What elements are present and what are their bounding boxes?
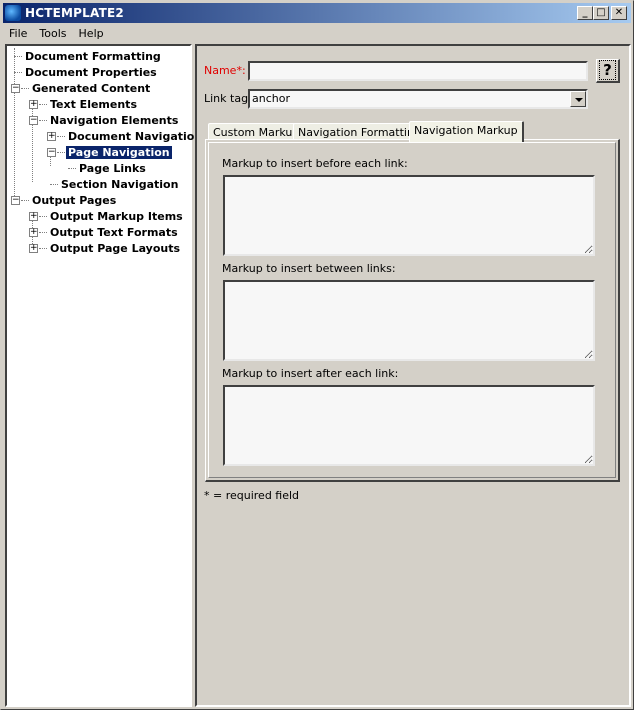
tree-item[interactable]: + Output Markup Items <box>29 208 185 224</box>
between-links-label: Markup to insert between links: <box>222 262 396 275</box>
tree-connector <box>39 231 47 233</box>
tree-connector <box>21 199 29 201</box>
tree-item-label: Output Text Formats <box>50 225 178 239</box>
tree-item[interactable]: Section Navigation <box>47 176 180 192</box>
tree-connector <box>57 151 65 153</box>
tree-item-label: Output Page Layouts <box>50 241 181 255</box>
expand-plus-icon[interactable]: + <box>29 99 38 109</box>
minimize-button[interactable]: _ <box>577 6 593 20</box>
tree-item[interactable]: − Generated Content <box>11 80 152 96</box>
menu-file[interactable]: File <box>3 27 33 40</box>
navigation-tree[interactable]: Document Formatting Document Properties − G… <box>5 44 202 707</box>
window-title: HCTEMPLATE2 <box>25 6 124 20</box>
link-tag-label: Link tag <box>204 92 249 105</box>
link-tag-value: anchor <box>252 92 290 105</box>
collapse-minus-icon[interactable]: − <box>29 115 38 125</box>
tree-item-label: Section Navigation <box>61 177 179 191</box>
tree-item-label: Document Formatting <box>25 49 161 63</box>
tree-item[interactable]: + Text Elements <box>29 96 139 112</box>
tree-connector <box>39 119 47 121</box>
tree-item-label: Document Properties <box>25 65 157 79</box>
after-link-label: Markup to insert after each link: <box>222 367 399 380</box>
tree-connector <box>57 135 65 137</box>
app-globe-icon <box>5 5 21 21</box>
after-link-textarea[interactable] <box>223 385 595 466</box>
tab-navigation-markup[interactable]: Navigation Markup <box>409 121 524 142</box>
tree-item[interactable]: + Output Page Layouts <box>29 240 182 256</box>
expand-plus-icon[interactable]: + <box>29 243 38 253</box>
expand-plus-icon[interactable]: + <box>47 131 56 141</box>
tree-item[interactable]: − Page Navigation <box>47 144 172 160</box>
maximize-button[interactable]: □ <box>593 6 609 20</box>
link-tag-select[interactable]: anchor <box>248 89 588 109</box>
tree-item-label: Navigation Elements <box>50 113 179 127</box>
tree-connector <box>14 55 22 57</box>
chevron-down-icon[interactable] <box>570 91 586 107</box>
tree-item-label: Output Pages <box>32 193 117 207</box>
menu-bar: File Tools Help <box>3 24 110 42</box>
tree-item-label: Generated Content <box>32 81 151 95</box>
tree-item[interactable]: Document Formatting <box>11 48 163 64</box>
between-links-textarea[interactable] <box>223 280 595 361</box>
tree-item-label: Output Markup Items <box>50 209 183 223</box>
tree-connector <box>68 167 76 169</box>
tree-item[interactable]: + Output Text Formats <box>29 224 180 240</box>
before-link-label: Markup to insert before each link: <box>222 157 408 170</box>
tree-item[interactable]: − Navigation Elements <box>29 112 180 128</box>
tree-item-label: Page Links <box>79 161 146 175</box>
collapse-minus-icon[interactable]: − <box>47 147 56 157</box>
expand-plus-icon[interactable]: + <box>29 211 38 221</box>
expand-plus-icon[interactable]: + <box>29 227 38 237</box>
before-link-textarea[interactable] <box>223 175 595 256</box>
tree-item[interactable]: Document Properties <box>11 64 159 80</box>
close-button[interactable]: ✕ <box>611 6 627 20</box>
help-button[interactable]: ? <box>596 59 620 83</box>
tree-item[interactable]: Page Links <box>65 160 148 176</box>
tree-item[interactable]: − Output Pages <box>11 192 118 208</box>
menu-tools[interactable]: Tools <box>33 27 72 40</box>
tree-connector <box>39 215 47 217</box>
tree-item-label: Document Navigation <box>68 129 203 143</box>
name-label: Name*: <box>204 64 246 77</box>
help-question-icon: ? <box>599 60 616 80</box>
tree-connector <box>39 103 47 105</box>
tree-item-label: Text Elements <box>50 97 137 111</box>
title-bar[interactable]: HCTEMPLATE2 _ □ ✕ <box>3 3 631 23</box>
menu-help[interactable]: Help <box>73 27 110 40</box>
tree-connector <box>21 87 29 89</box>
name-input[interactable] <box>248 61 588 81</box>
tree-item[interactable]: + Document Navigation <box>47 128 204 144</box>
tree-connector <box>14 71 22 73</box>
collapse-minus-icon[interactable]: − <box>11 83 20 93</box>
collapse-minus-icon[interactable]: − <box>11 195 20 205</box>
tree-connector <box>39 247 47 249</box>
required-field-note: * = required field <box>204 489 300 502</box>
app-window: HCTEMPLATE2 _ □ ✕ File Tools Help Docume… <box>0 0 634 710</box>
tree-item-label: Page Navigation <box>66 145 172 159</box>
tree-connector <box>50 183 58 185</box>
